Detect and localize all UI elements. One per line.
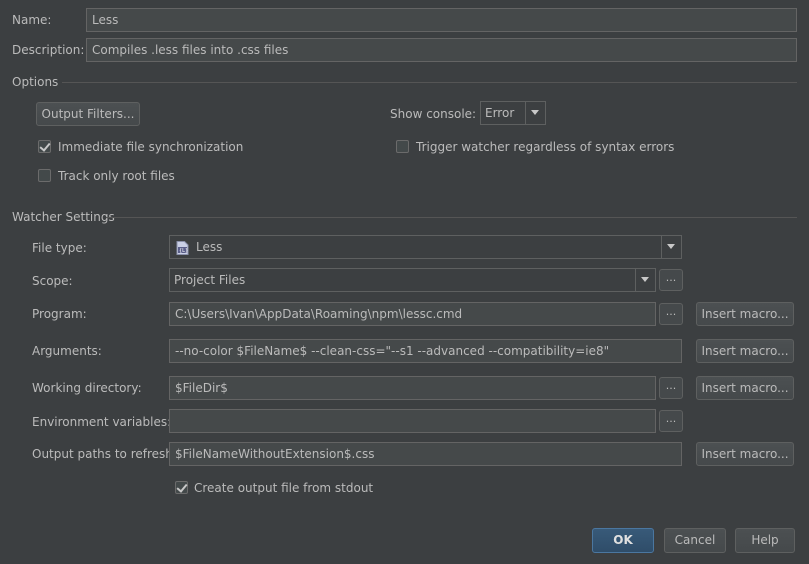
chevron-down-icon[interactable] (525, 102, 545, 124)
create-output-label: Create output file from stdout (194, 481, 374, 495)
arguments-label: Arguments: (32, 344, 102, 358)
output-paths-field[interactable]: $FileNameWithoutExtension$.css (169, 442, 682, 466)
output-paths-label: Output paths to refresh: (32, 447, 177, 461)
program-browse-button[interactable]: ... (659, 303, 683, 325)
program-label: Program: (32, 307, 87, 321)
track-root-checkbox[interactable] (38, 169, 51, 182)
scope-label: Scope: (32, 274, 73, 288)
watcher-section-title: Watcher Settings (12, 210, 115, 224)
trigger-watcher-label: Trigger watcher regardless of syntax err… (416, 140, 675, 154)
name-label: Name: (12, 13, 52, 27)
immediate-sync-label: Immediate file synchronization (58, 140, 244, 154)
working-directory-insert-macro-button[interactable]: Insert macro... (696, 376, 794, 400)
program-field[interactable]: C:\Users\Ivan\AppData\Roaming\npm\lessc.… (169, 302, 656, 326)
svg-text:{L}: {L} (179, 248, 188, 254)
name-field[interactable]: Less (86, 8, 797, 32)
file-type-label: File type: (32, 241, 87, 255)
watcher-separator (106, 217, 797, 218)
working-directory-field[interactable]: $FileDir$ (169, 376, 656, 400)
scope-value: Project Files (174, 273, 246, 287)
arguments-field[interactable]: --no-color $FileName$ --clean-css="--s1 … (169, 339, 682, 363)
env-vars-field[interactable] (169, 409, 656, 433)
description-field[interactable]: Compiles .less files into .css files (86, 38, 797, 62)
program-insert-macro-button[interactable]: Insert macro... (696, 302, 794, 326)
chevron-down-icon[interactable] (635, 269, 655, 291)
show-console-select[interactable]: Error (480, 101, 546, 125)
show-console-label: Show console: (390, 107, 477, 121)
create-output-checkbox[interactable] (175, 481, 188, 494)
trigger-watcher-checkbox[interactable] (396, 140, 409, 153)
options-separator (62, 82, 797, 83)
env-vars-browse-button[interactable]: ... (659, 410, 683, 432)
scope-browse-button[interactable]: ... (659, 269, 683, 291)
file-type-select[interactable]: {L} Less (169, 235, 682, 259)
description-label: Description: (12, 43, 85, 57)
track-root-label: Track only root files (58, 169, 175, 183)
file-type-value: Less (196, 240, 223, 254)
chevron-down-icon[interactable] (661, 236, 681, 258)
output-filters-button[interactable]: Output Filters... (36, 102, 140, 126)
less-file-icon: {L} (176, 240, 189, 255)
working-directory-label: Working directory: (32, 381, 142, 395)
show-console-value: Error (485, 106, 515, 120)
env-vars-label: Environment variables: (32, 415, 172, 429)
working-directory-browse-button[interactable]: ... (659, 377, 683, 399)
scope-select[interactable]: Project Files (169, 268, 656, 292)
cancel-button[interactable]: Cancel (664, 528, 726, 553)
arguments-insert-macro-button[interactable]: Insert macro... (696, 339, 794, 363)
options-section-title: Options (12, 75, 59, 89)
help-button[interactable]: Help (735, 528, 795, 553)
ok-button[interactable]: OK (592, 528, 654, 553)
output-paths-insert-macro-button[interactable]: Insert macro... (696, 442, 794, 466)
immediate-sync-checkbox[interactable] (38, 140, 51, 153)
